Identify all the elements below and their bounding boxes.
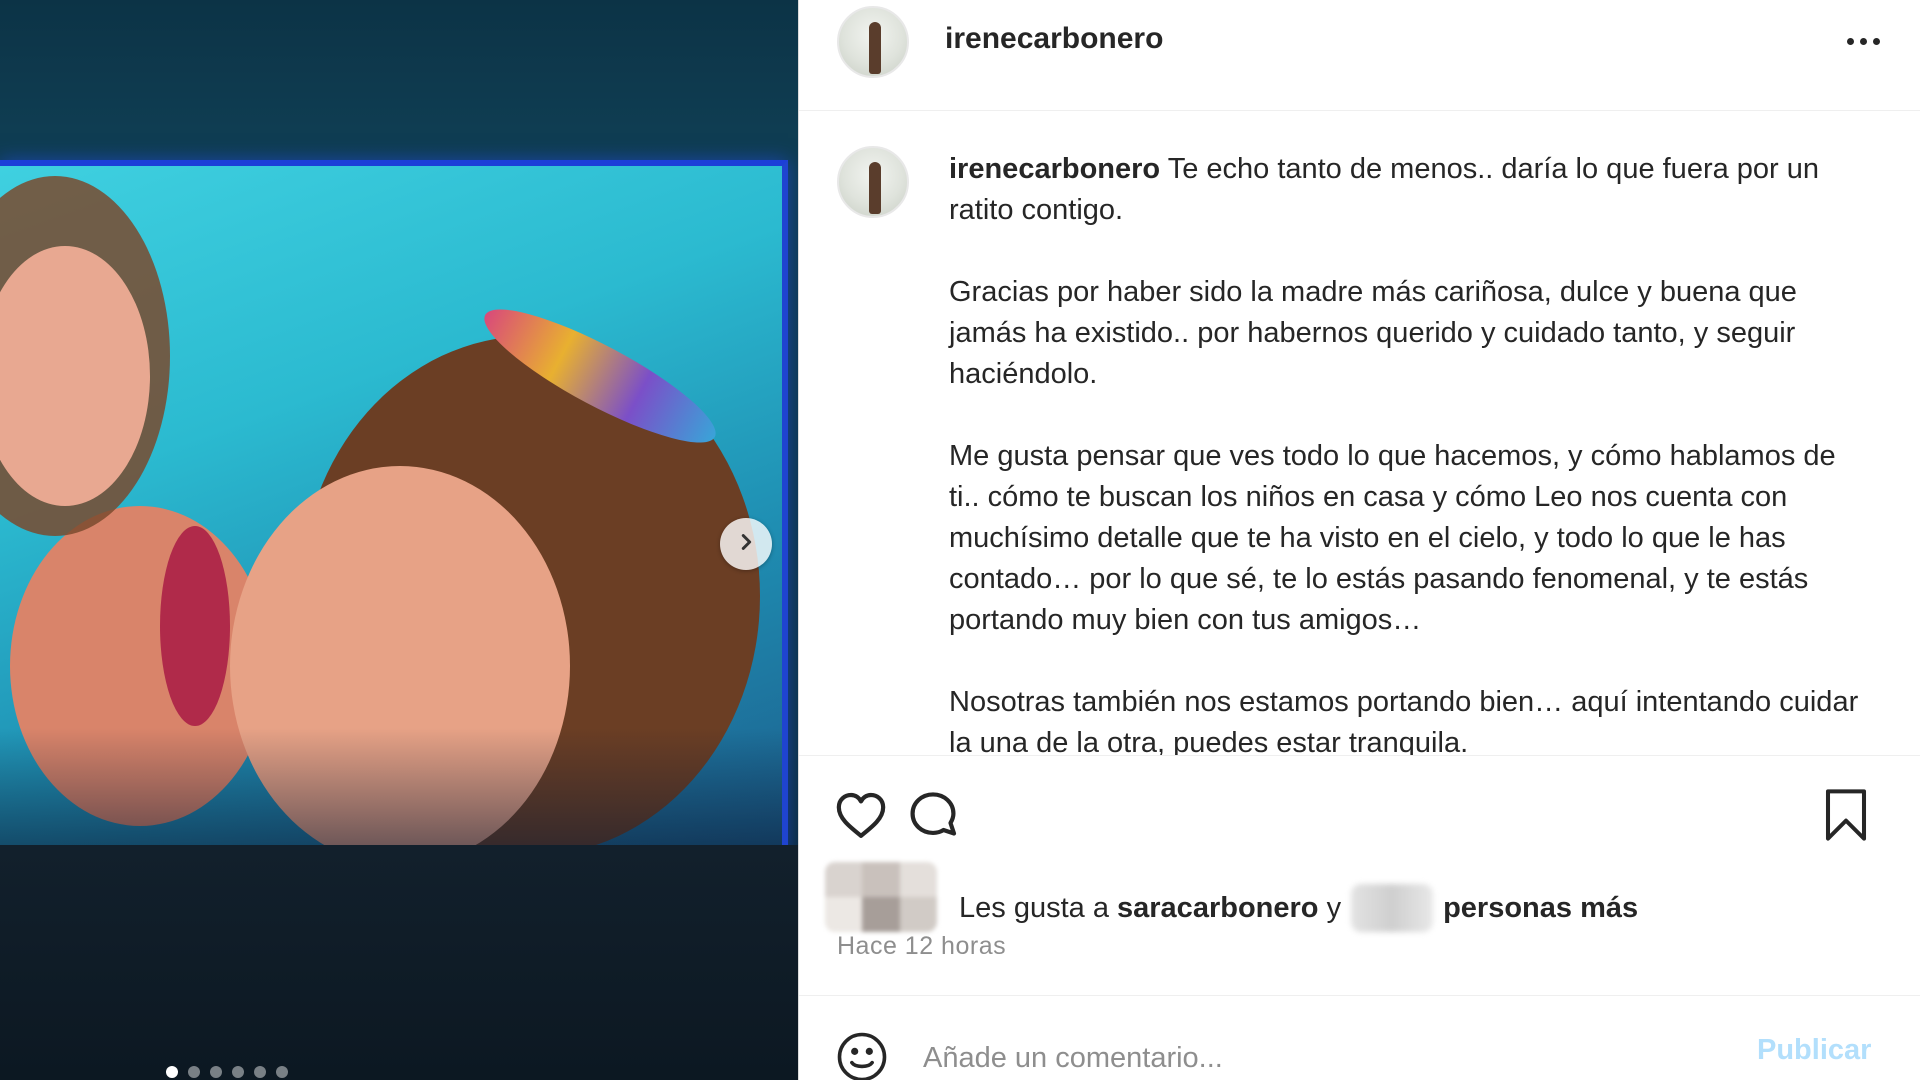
carousel-dot[interactable] — [210, 1066, 222, 1078]
carousel-dot[interactable] — [254, 1066, 266, 1078]
post-photo — [0, 160, 788, 858]
caption-author-avatar[interactable] — [837, 146, 909, 218]
publish-button[interactable]: Publicar — [1757, 1034, 1871, 1067]
comment-bubble-icon[interactable] — [905, 788, 961, 844]
liker-avatars[interactable] — [825, 862, 937, 932]
carousel-next-button[interactable] — [720, 518, 772, 570]
comment-bar: Publicar — [799, 995, 1920, 1080]
carousel-dot[interactable] — [188, 1066, 200, 1078]
action-bar — [799, 780, 1920, 850]
caption-section: irenecarbonero Te echo tanto de menos.. … — [799, 111, 1920, 756]
more-horizontal-icon[interactable] — [1847, 26, 1880, 56]
carousel-dot[interactable] — [166, 1066, 178, 1078]
post-timestamp[interactable]: Hace 12 horas — [837, 932, 1006, 961]
caption-paragraph: Nosotras también nos estamos portando bi… — [949, 686, 1859, 756]
comment-input[interactable] — [921, 1032, 1685, 1080]
post-sidebar: irenecarbonero irenecarbonero Te echo ta… — [798, 0, 1920, 1080]
carousel-dot[interactable] — [276, 1066, 288, 1078]
caption-paragraph: Gracias por haber sido la madre más cari… — [949, 276, 1797, 390]
post-header: irenecarbonero — [799, 0, 1920, 111]
post-media — [0, 0, 798, 1080]
likes-count-blurred — [1351, 884, 1434, 932]
likes-summary: Les gusta a saracarbonero y personas más — [959, 884, 1638, 932]
instagram-post-view: irenecarbonero irenecarbonero Te echo ta… — [0, 0, 1920, 1080]
liker-username[interactable]: saracarbonero — [1117, 892, 1319, 925]
smiley-icon[interactable] — [835, 1030, 889, 1080]
author-avatar[interactable] — [837, 6, 909, 78]
likes-row: Les gusta a saracarbonero y personas más — [799, 862, 1920, 934]
post-caption: irenecarbonero Te echo tanto de menos.. … — [949, 149, 1869, 756]
author-username[interactable]: irenecarbonero — [945, 22, 1163, 56]
chevron-right-icon — [735, 531, 757, 558]
caption-paragraph: irenecarbonero Te echo tanto de menos.. … — [949, 149, 1869, 231]
likes-others-link[interactable]: personas más — [1443, 892, 1638, 925]
carousel-dot[interactable] — [232, 1066, 244, 1078]
heart-icon[interactable] — [833, 788, 889, 844]
bookmark-icon[interactable] — [1821, 788, 1871, 842]
carousel-indicator — [166, 1066, 288, 1078]
caption-username[interactable]: irenecarbonero — [949, 153, 1160, 185]
caption-paragraph: Me gusta pensar que ves todo lo que hace… — [949, 440, 1836, 636]
